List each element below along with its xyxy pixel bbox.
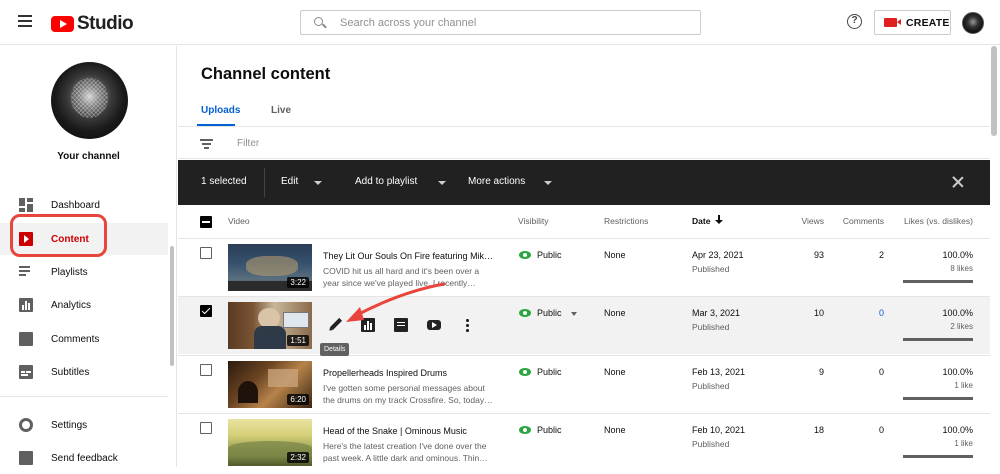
annotation-arrow	[346, 282, 446, 322]
